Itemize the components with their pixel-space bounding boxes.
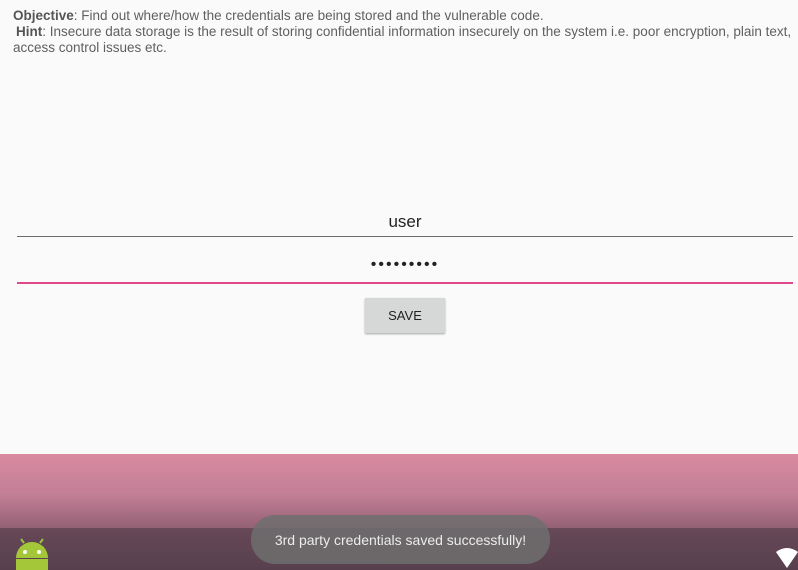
save-button[interactable]: SAVE xyxy=(365,298,445,333)
toast-message: 3rd party credentials saved successfully… xyxy=(251,515,550,564)
objective-description: : Find out where/how the credentials are… xyxy=(73,8,544,23)
app-screen: Objective: Find out where/how the creden… xyxy=(0,0,798,454)
hint-label: Hint xyxy=(16,24,43,39)
objective-text: Objective: Find out where/how the creden… xyxy=(13,8,793,56)
android-icon[interactable] xyxy=(12,538,52,570)
wifi-icon xyxy=(776,548,798,568)
objective-label: Objective xyxy=(13,8,74,23)
hint-description: : Insecure data storage is the result of… xyxy=(13,24,792,55)
password-field[interactable]: ••••••••• xyxy=(17,256,793,284)
username-field[interactable]: user xyxy=(17,212,793,237)
